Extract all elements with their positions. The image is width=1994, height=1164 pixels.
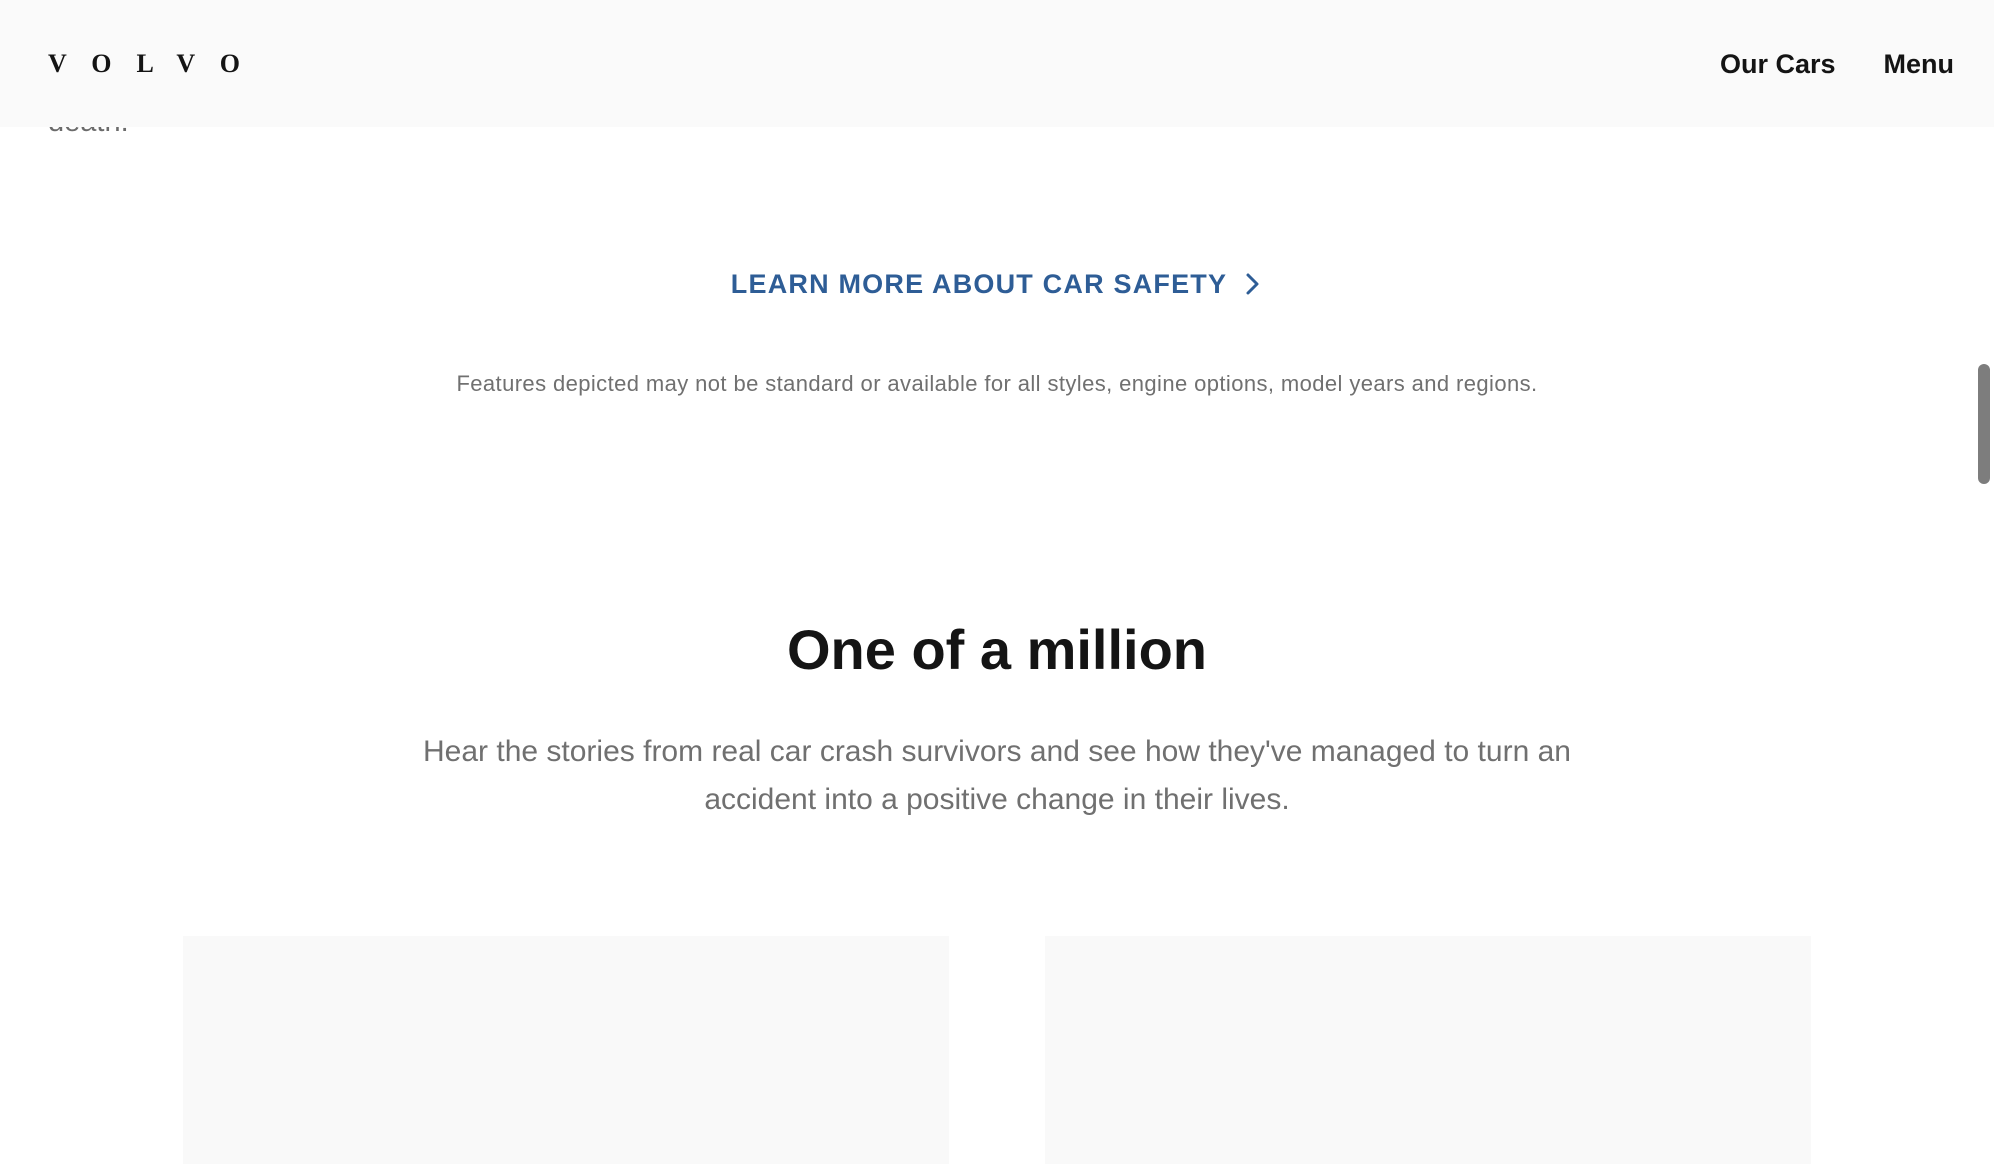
cta-container: LEARN MORE ABOUT CAR SAFETY xyxy=(0,264,1994,304)
our-cars-link[interactable]: Our Cars xyxy=(1720,44,1836,84)
chevron-right-icon xyxy=(1246,273,1259,295)
features-disclaimer: Features depicted may not be standard or… xyxy=(456,371,1538,396)
page: death. VOLVO Our Cars Menu LEARN MORE AB… xyxy=(0,0,1994,1164)
section-title: One of a million xyxy=(786,618,1208,681)
learn-more-link-label: LEARN MORE ABOUT CAR SAFETY xyxy=(730,269,1228,299)
menu-button[interactable]: Menu xyxy=(1884,44,1955,84)
scrollbar-thumb[interactable] xyxy=(1978,364,1990,484)
site-header: VOLVO Our Cars Menu xyxy=(0,0,1994,127)
volvo-logo[interactable]: VOLVO xyxy=(48,48,265,80)
section-description: Hear the stories from real car crash sur… xyxy=(423,735,1571,816)
story-card-2[interactable] xyxy=(1045,936,1811,1164)
main-nav: Our Cars Menu xyxy=(1720,44,1954,84)
learn-more-car-safety-link[interactable]: LEARN MORE ABOUT CAR SAFETY xyxy=(731,264,1263,304)
story-card-1[interactable] xyxy=(183,936,949,1164)
